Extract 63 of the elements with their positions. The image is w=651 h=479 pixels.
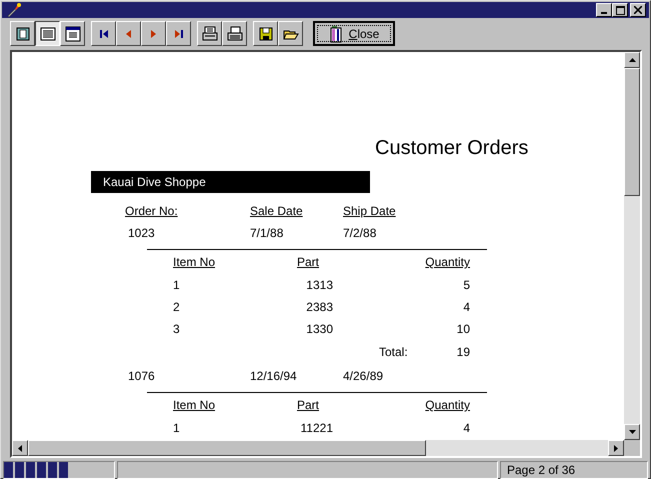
maximize-button[interactable] (612, 3, 628, 17)
next-page-button[interactable] (141, 21, 166, 46)
close-button[interactable] (630, 3, 646, 17)
door-icon (328, 24, 343, 42)
zoom-page-icon (64, 24, 82, 42)
column-heading: Item No (173, 398, 216, 412)
table-cell: 7/1/88 (250, 226, 284, 240)
table-cell: 2 (173, 300, 180, 314)
table-cell: 7/2/88 (343, 226, 376, 240)
column-heading: Part (297, 398, 320, 412)
page-indicator: Page 2 of 36 (500, 461, 648, 479)
column-heading: Ship Date (343, 204, 396, 218)
table-cell: 1313 (306, 278, 333, 292)
printer-icon (200, 24, 218, 42)
column-heading: Order No: (125, 204, 178, 218)
table-cell: 4 (463, 300, 470, 314)
total-value: 19 (456, 344, 470, 361)
lines-button[interactable] (35, 21, 60, 46)
column-heading: Quantity (425, 255, 470, 269)
minimize-button[interactable] (596, 3, 612, 17)
table-cell: 12/16/94 (250, 369, 297, 383)
scroll-left-icon[interactable] (18, 444, 22, 452)
page-icon (14, 24, 32, 42)
printer-button[interactable] (222, 21, 247, 46)
next-page-icon (151, 30, 156, 38)
horizontal-scrollbar[interactable] (12, 440, 624, 456)
column-heading: Quantity (425, 398, 470, 412)
vertical-scrollbar[interactable] (624, 52, 640, 440)
table-cell: 1330 (306, 322, 333, 336)
first-page-button[interactable] (91, 21, 116, 46)
maximize-icon (616, 6, 624, 14)
lines-icon (38, 24, 56, 42)
page-button[interactable] (10, 21, 35, 46)
table-cell: 4 (463, 421, 470, 435)
scroll-right-icon[interactable] (614, 444, 618, 452)
table-cell: 4/26/89 (343, 369, 384, 383)
close-icon (634, 6, 642, 14)
table-cell: 2383 (306, 300, 333, 314)
table-cell: 1 (173, 278, 180, 292)
table-cell: 1023 (128, 226, 155, 240)
scroll-up-icon[interactable] (628, 58, 636, 62)
column-heading: Item No (173, 255, 216, 269)
close-button[interactable]: Close (313, 21, 395, 46)
report-title: Customer Orders (375, 136, 530, 160)
table-cell: 3 (173, 322, 180, 336)
last-page-button[interactable] (166, 21, 191, 46)
column-heading: Sale Date (250, 204, 303, 218)
printer-button[interactable] (197, 21, 222, 46)
table-cell: 1076 (128, 369, 155, 383)
previous-page-button[interactable] (116, 21, 141, 46)
table-cell: 1 (173, 421, 180, 435)
customer-name: Kauai Dive Shoppe (91, 171, 370, 193)
table-cell: 10 (456, 322, 470, 336)
zoom-page-button[interactable] (60, 21, 85, 46)
total-label: Total: (379, 344, 408, 361)
table-cell: 11221 (300, 421, 333, 435)
open-folder-button[interactable] (278, 21, 303, 46)
printer-icon (226, 24, 244, 42)
table-cell: 5 (463, 278, 470, 292)
previous-page-icon (126, 30, 131, 38)
column-heading: Part (297, 255, 320, 269)
floppy-disk-button[interactable] (253, 21, 278, 46)
scroll-down-icon[interactable] (628, 430, 636, 434)
